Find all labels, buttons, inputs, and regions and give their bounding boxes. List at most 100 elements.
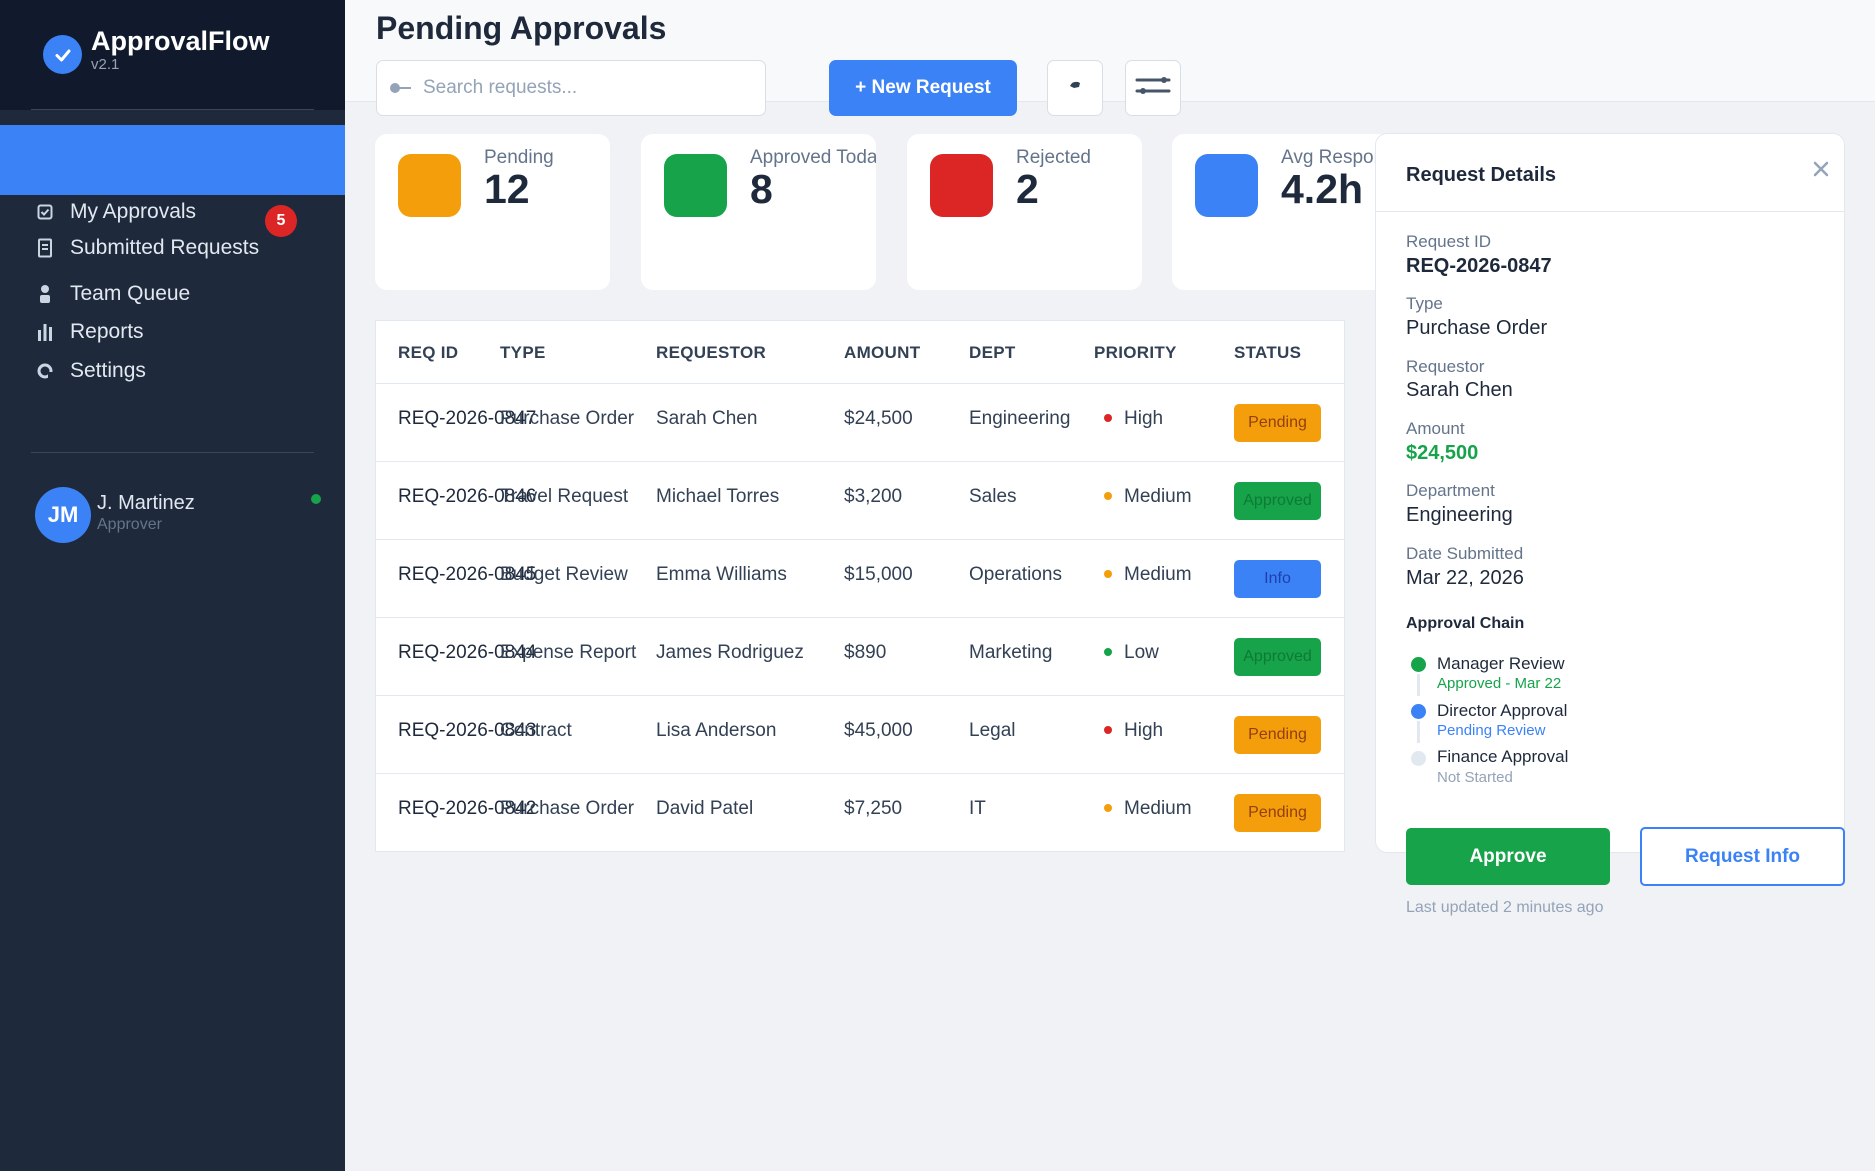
chain-step-dot-pending: [1411, 704, 1426, 719]
approvals-count-badge: 5: [265, 205, 297, 237]
approved-swatch: [664, 154, 727, 217]
last-updated-text: Last updated 2 minutes ago: [1406, 899, 1604, 916]
filter-button[interactable]: [1125, 60, 1181, 116]
stat-value: 2: [1016, 166, 1039, 212]
table-row[interactable]: REQ-2026-0844 Expense Report James Rodrigu…: [376, 618, 1344, 696]
cell-type: Contract: [500, 720, 572, 741]
detail-label: Type: [1406, 294, 1443, 313]
column-header[interactable]: DEPT: [969, 343, 1016, 363]
cell-dept: Sales: [969, 486, 1017, 507]
table-row[interactable]: REQ-2026-0845 Budget Review Emma Williams $…: [376, 540, 1344, 618]
sidebar-divider: [31, 452, 314, 453]
chain-step-name: Manager Review: [1437, 654, 1565, 673]
cell-priority: Low: [1104, 642, 1159, 664]
priority-dot: [1104, 413, 1112, 422]
cell-dept: Operations: [969, 564, 1062, 585]
cell-requestor: Michael Torres: [656, 486, 780, 507]
detail-requestor: Sarah Chen: [1406, 379, 1513, 401]
status-badge: Pending: [1234, 404, 1321, 442]
approval-chain-title: Approval Chain: [1406, 615, 1525, 632]
table-row[interactable]: REQ-2026-0843 Contract Lisa Anderson $45,00…: [376, 696, 1344, 774]
stat-value: 8: [750, 166, 773, 212]
cell-requestor: David Patel: [656, 798, 754, 819]
priority-label: High: [1124, 720, 1164, 741]
cell-type: Travel Request: [500, 486, 629, 507]
notifications-button[interactable]: [1047, 60, 1103, 116]
stat-card-avg-response[interactable]: Avg Response 4.2h: [1172, 134, 1407, 290]
column-header[interactable]: AMOUNT: [844, 343, 920, 363]
sidebar-item-team-queue[interactable]: Team Queue: [36, 282, 190, 306]
sidebar-item-label: Team Queue: [70, 282, 191, 305]
stat-value: 4.2h: [1281, 166, 1364, 212]
cell-priority: Medium: [1104, 564, 1192, 586]
cell-type: Budget Review: [500, 564, 628, 585]
table-row[interactable]: REQ-2026-0846 Travel Request Michael Torre…: [376, 462, 1344, 540]
column-header[interactable]: PRIORITY: [1094, 343, 1177, 363]
sidebar-item-reports[interactable]: Reports: [36, 320, 144, 344]
sidebar-active-item[interactable]: [0, 125, 345, 195]
detail-label: Amount: [1406, 419, 1465, 438]
details-divider: [1376, 211, 1844, 212]
cell-priority: High: [1104, 408, 1163, 430]
status-badge: Pending: [1234, 794, 1321, 832]
status-badge: Approved: [1234, 482, 1321, 520]
detail-department: Engineering: [1406, 504, 1513, 526]
detail-amount: $24,500: [1406, 442, 1479, 464]
search-icon: [389, 80, 413, 96]
new-request-button[interactable]: + New Request: [829, 60, 1017, 116]
priority-label: Medium: [1124, 798, 1192, 819]
chain-connector: [1417, 674, 1420, 696]
sidebar-item-my-approvals[interactable]: My Approvals: [36, 200, 196, 224]
check-logo-icon: [43, 35, 82, 74]
chain-step-status: Not Started: [1437, 769, 1513, 786]
sidebar-divider: [31, 109, 314, 110]
cell-dept: Marketing: [969, 642, 1053, 663]
cell-requestor: Lisa Anderson: [656, 720, 777, 741]
column-header[interactable]: STATUS: [1234, 343, 1301, 363]
detail-label: Department: [1406, 481, 1495, 500]
sidebar-item-settings[interactable]: Settings: [36, 359, 146, 383]
bell-icon: [1068, 79, 1082, 97]
priority-dot: [1104, 569, 1112, 578]
column-header[interactable]: REQ ID: [398, 343, 458, 363]
stat-card-rejected[interactable]: Rejected 2: [907, 134, 1142, 290]
priority-dot: [1104, 803, 1112, 812]
cell-requestor: James Rodriguez: [656, 642, 804, 663]
cell-type: Expense Report: [500, 642, 637, 663]
request-details-panel: Request Details Request ID REQ-2026-0847…: [1375, 133, 1845, 853]
priority-dot: [1104, 725, 1112, 734]
cell-amount: $3,200: [844, 486, 903, 507]
pending-swatch: [398, 154, 461, 217]
rejected-swatch: [930, 154, 993, 217]
sidebar-item-submitted-requests[interactable]: Submitted Requests: [36, 236, 259, 260]
approve-button[interactable]: Approve: [1406, 828, 1610, 885]
sidebar-item-label: Submitted Requests: [70, 236, 260, 259]
chain-step-dot-not-started: [1411, 751, 1426, 766]
page-title: Pending Approvals: [376, 10, 667, 46]
search-box[interactable]: [376, 60, 766, 116]
stat-card-pending[interactable]: Pending 12: [375, 134, 610, 290]
sidebar-item-label: Reports: [70, 320, 144, 343]
column-header[interactable]: TYPE: [500, 343, 546, 363]
priority-dot: [1104, 491, 1112, 500]
cell-type: Purchase Order: [500, 798, 635, 819]
priority-label: Medium: [1124, 486, 1192, 507]
column-header[interactable]: REQUESTOR: [656, 343, 766, 363]
avg-response-swatch: [1195, 154, 1258, 217]
priority-label: Medium: [1124, 564, 1192, 585]
table-row[interactable]: REQ-2026-0847 Purchase Order Sarah Chen $24…: [376, 384, 1344, 462]
details-title: Request Details: [1406, 164, 1557, 186]
detail-date-submitted: Mar 22, 2026: [1406, 567, 1524, 589]
cell-dept: Legal: [969, 720, 1016, 741]
stat-card-approved-today[interactable]: Approved Today 8: [641, 134, 876, 290]
request-info-button[interactable]: Request Info: [1640, 827, 1845, 886]
priority-label: Low: [1124, 642, 1159, 663]
person-icon: [36, 285, 54, 303]
avatar[interactable]: JM: [35, 487, 91, 543]
cell-amount: $45,000: [844, 720, 913, 741]
chain-step-status: Approved - Mar 22: [1437, 675, 1562, 692]
cell-amount: $15,000: [844, 564, 913, 585]
table-row[interactable]: REQ-2026-0842 Purchase Order David Patel $7…: [376, 774, 1344, 852]
search-input[interactable]: [423, 77, 753, 99]
close-icon[interactable]: [1808, 156, 1834, 182]
